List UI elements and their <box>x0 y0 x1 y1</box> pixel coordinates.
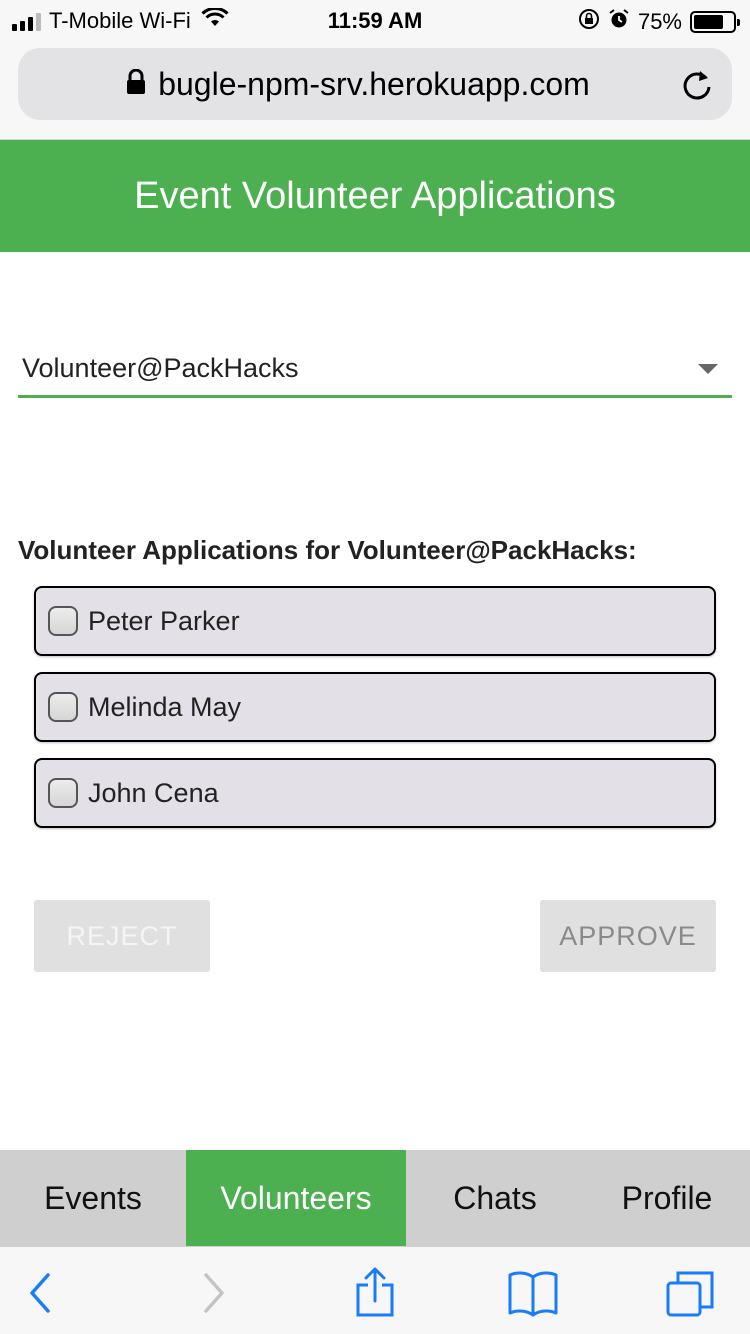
applications-heading: Volunteer Applications for Volunteer@Pac… <box>18 535 637 565</box>
reload-icon[interactable] <box>680 68 714 102</box>
bottom-tab-nav: Events Volunteers Chats Profile <box>0 1150 750 1246</box>
url-text: bugle-npm-srv.herokuapp.com <box>158 65 590 102</box>
bookmarks-icon[interactable] <box>506 1267 560 1317</box>
signal-icon <box>12 11 41 31</box>
list-item[interactable]: Melinda May <box>34 672 716 742</box>
checkbox[interactable] <box>48 778 78 808</box>
approve-button[interactable]: APPROVE <box>540 900 716 972</box>
browser-top-bar: bugle-npm-srv.herokuapp.com <box>0 40 750 140</box>
lock-icon <box>126 68 146 100</box>
url-text-wrap: bugle-npm-srv.herokuapp.com <box>18 48 698 120</box>
page-title: Event Volunteer Applications <box>134 174 616 217</box>
status-left: T-Mobile Wi-Fi <box>12 6 229 34</box>
chevron-down-icon <box>698 364 718 374</box>
reject-button[interactable]: REJECT <box>34 900 210 972</box>
tabs-icon[interactable] <box>664 1267 718 1317</box>
list-item[interactable]: Peter Parker <box>34 586 716 656</box>
applications-list: Peter Parker Melinda May John Cena <box>34 586 716 844</box>
checkbox[interactable] <box>48 606 78 636</box>
battery-fill <box>694 15 723 29</box>
battery-percent: 75% <box>637 9 682 34</box>
share-icon[interactable] <box>348 1267 402 1317</box>
tab-volunteers[interactable]: Volunteers <box>186 1150 406 1246</box>
event-select-value: Volunteer@PackHacks <box>22 353 299 383</box>
event-select[interactable]: Volunteer@PackHacks <box>18 340 732 398</box>
tab-chats[interactable]: Chats <box>406 1150 584 1246</box>
tab-profile[interactable]: Profile <box>584 1150 750 1246</box>
status-bar: T-Mobile Wi-Fi 11:59 AM 75% <box>0 0 750 40</box>
status-right: 75% <box>578 8 740 36</box>
wifi-icon <box>201 6 229 34</box>
applicant-name: Peter Parker <box>88 605 240 636</box>
list-item[interactable]: John Cena <box>34 758 716 828</box>
alarm-icon <box>608 8 630 36</box>
safari-toolbar <box>0 1246 750 1334</box>
back-icon[interactable] <box>18 1267 72 1317</box>
url-bar[interactable]: bugle-npm-srv.herokuapp.com <box>18 48 732 120</box>
tab-events[interactable]: Events <box>0 1150 186 1246</box>
applicant-name: Melinda May <box>88 691 242 722</box>
applicant-name: John Cena <box>88 777 219 808</box>
forward-icon[interactable] <box>184 1267 238 1317</box>
app-header: Event Volunteer Applications <box>0 140 750 252</box>
orientation-lock-icon <box>578 8 600 36</box>
checkbox[interactable] <box>48 692 78 722</box>
carrier-label: T-Mobile Wi-Fi <box>49 8 191 33</box>
battery-icon <box>690 11 740 33</box>
